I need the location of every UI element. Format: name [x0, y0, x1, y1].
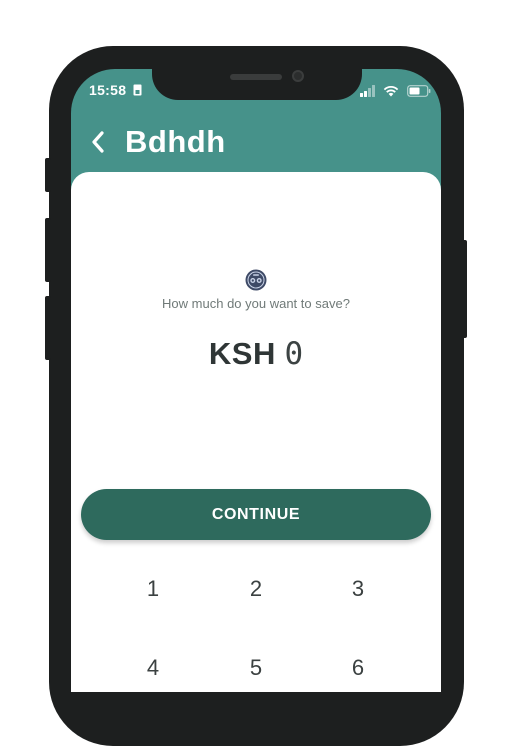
wifi-icon — [384, 86, 399, 97]
keypad-key-1[interactable]: 1 — [113, 569, 193, 609]
cellular-signal-icon — [360, 85, 375, 97]
amount-display[interactable]: KSH 0 — [71, 336, 441, 372]
page-title: Bdhdh — [125, 124, 226, 159]
chevron-left-icon — [92, 131, 104, 153]
volume-up-button — [45, 218, 51, 282]
content-card — [71, 172, 441, 692]
mute-switch — [45, 158, 51, 192]
status-time: 15:58 — [89, 82, 142, 98]
speaker-grille — [230, 74, 282, 80]
keypad-key-3[interactable]: 3 — [318, 569, 398, 609]
keypad-key-5[interactable]: 5 — [216, 648, 296, 688]
save-prompt: How much do you want to save? — [162, 296, 350, 311]
keypad-key-6[interactable]: 6 — [318, 648, 398, 688]
sim-icon — [133, 84, 142, 96]
battery-icon — [407, 85, 431, 97]
amount-value: 0 — [284, 336, 304, 372]
currency-label: KSH — [208, 336, 276, 371]
back-button[interactable] — [86, 128, 110, 156]
volume-down-button — [45, 296, 51, 360]
keypad-key-2[interactable]: 2 — [216, 569, 296, 609]
status-icons — [360, 84, 431, 98]
front-camera — [292, 70, 304, 82]
continue-button[interactable]: CONTINUE — [81, 489, 431, 540]
keypad-key-4[interactable]: 4 — [113, 648, 193, 688]
savings-goal-icon — [245, 269, 267, 291]
power-button — [461, 240, 467, 338]
